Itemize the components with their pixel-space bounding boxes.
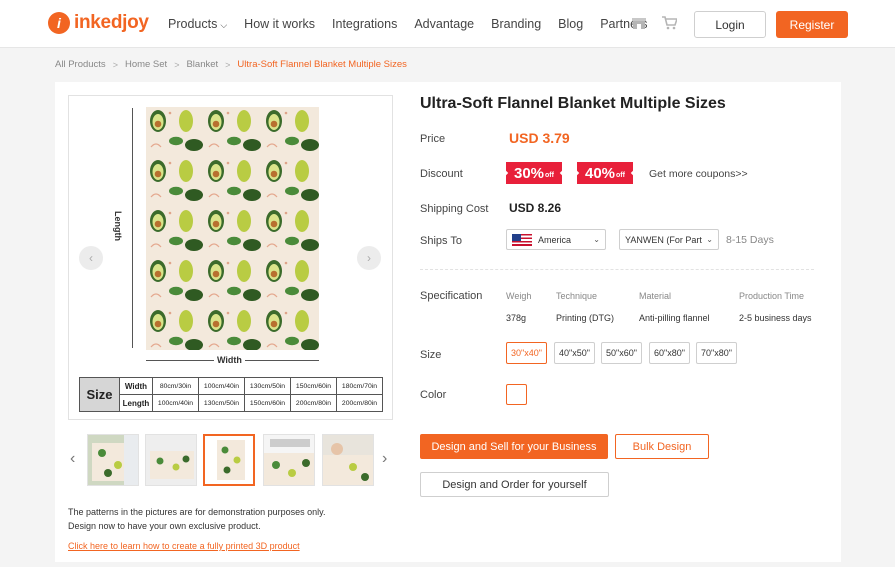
breadcrumb-current: Ultra-Soft Flannel Blanket Multiple Size…: [237, 59, 407, 70]
specification-label: Specification: [420, 290, 483, 302]
coupon-40[interactable]: 40% off: [577, 162, 633, 184]
spec-production-value: 2-5 business days: [739, 313, 812, 323]
size-option-50x60[interactable]: 50"x60": [601, 342, 642, 364]
size-chart-cell: 150cm/60in: [290, 377, 337, 395]
nav-integrations[interactable]: Integrations: [332, 17, 397, 31]
brand-name: inkedjoy: [74, 12, 149, 33]
size-chart-cell: 200cm/80in: [336, 394, 383, 412]
demo-note-line-1: The patterns in the pictures are for dem…: [68, 507, 326, 517]
spec-production-head: Production Time: [739, 291, 805, 301]
spec-technique-head: Technique: [556, 291, 598, 301]
us-flag-icon: [512, 233, 532, 246]
thumbnail-3[interactable]: [203, 434, 255, 486]
color-label: Color: [420, 389, 447, 401]
main-nav: Products ⌵ How it works Integrations Adva…: [168, 17, 664, 31]
breadcrumb-blanket[interactable]: Blanket: [186, 59, 218, 70]
breadcrumb: All Products > Home Set > Blanket > Ultr…: [55, 59, 407, 70]
bulk-design-button[interactable]: Bulk Design: [615, 434, 709, 459]
nav-how-it-works[interactable]: How it works: [244, 17, 315, 31]
spec-weigh-value: 378g: [506, 313, 527, 323]
size-chart-head: Size: [79, 377, 120, 412]
size-chart-cell: 100cm/40in: [198, 377, 245, 395]
country-value: America: [538, 234, 572, 245]
thumb-prev-icon[interactable]: ‹: [70, 450, 75, 468]
size-label: Size: [420, 349, 442, 361]
register-button[interactable]: Register: [776, 11, 848, 38]
nav-advantage[interactable]: Advantage: [414, 17, 474, 31]
price-label: Price: [420, 133, 446, 145]
spec-technique-value: Printing (DTG): [556, 313, 615, 323]
size-chart-cell: 150cm/60in: [244, 394, 291, 412]
brand-logo[interactable]: i inkedjoy: [48, 12, 149, 34]
spec-material-head: Material: [639, 291, 672, 301]
breadcrumb-all-products[interactable]: All Products: [55, 59, 106, 70]
size-chart-cell: 130cm/50in: [244, 377, 291, 395]
chevron-down-icon: ⌄: [593, 235, 600, 244]
country-select[interactable]: America ⌄: [506, 229, 606, 250]
size-chart-cell: 130cm/50in: [198, 394, 245, 412]
thumbnail-2[interactable]: [145, 434, 197, 486]
size-option-40x50[interactable]: 40"x50": [554, 342, 595, 364]
width-label: Width: [214, 355, 245, 365]
spec-weigh-head: Weigh: [506, 291, 532, 301]
size-chart: Size Width 80cm/30in 100cm/40in 130cm/50…: [79, 377, 383, 412]
image-prev-button[interactable]: ‹: [79, 246, 103, 270]
delivery-days: 8-15 Days: [726, 234, 774, 246]
size-option-30x40[interactable]: 30"x40": [506, 342, 547, 364]
ships-to-label: Ships To: [420, 235, 462, 247]
thumbnail-4[interactable]: [263, 434, 315, 486]
size-chart-width-label: Width: [119, 377, 153, 395]
design-sell-button[interactable]: Design and Sell for your Business: [420, 434, 608, 459]
login-button[interactable]: Login: [694, 11, 766, 38]
chevron-left-icon: ‹: [89, 251, 93, 265]
section-divider: [420, 269, 814, 270]
nav-branding[interactable]: Branding: [491, 17, 541, 31]
logo-icon: i: [48, 12, 70, 34]
discount-label: Discount: [420, 168, 463, 180]
product-title: Ultra-Soft Flannel Blanket Multiple Size…: [420, 95, 726, 112]
chevron-right-icon: >: [225, 59, 231, 70]
thumb-next-icon[interactable]: ›: [382, 450, 387, 468]
image-next-button[interactable]: ›: [357, 246, 381, 270]
nav-blog[interactable]: Blog: [558, 17, 583, 31]
size-option-60x80[interactable]: 60"x80": [649, 342, 690, 364]
blanket-image: [146, 107, 319, 350]
carrier-select[interactable]: YANWEN (For Part ⌄: [619, 229, 719, 250]
site-header: i inkedjoy Products ⌵ How it works Integr…: [0, 0, 895, 48]
length-label: Length: [113, 211, 123, 241]
chevron-right-icon: >: [174, 59, 180, 70]
shipping-cost-value: USD 8.26: [509, 201, 562, 215]
chevron-down-icon: ⌄: [706, 235, 713, 244]
shipping-cost-label: Shipping Cost: [420, 203, 489, 215]
size-chart-cell: 100cm/40in: [152, 394, 199, 412]
more-coupons-link[interactable]: Get more coupons>>: [649, 168, 748, 180]
size-chart-cell: 80cm/30in: [152, 377, 199, 395]
carrier-value: YANWEN (For Part: [625, 234, 702, 245]
size-option-70x80[interactable]: 70"x80": [696, 342, 737, 364]
chevron-right-icon: >: [112, 59, 118, 70]
size-chart-cell: 180cm/70in: [336, 377, 383, 395]
thumbnail-5[interactable]: [322, 434, 374, 486]
chevron-down-icon: ⌵: [220, 20, 228, 30]
store-icon[interactable]: [632, 16, 646, 33]
chevron-right-icon: ›: [367, 251, 371, 265]
demo-note-line-2: Design now to have your own exclusive pr…: [68, 521, 261, 531]
length-dimension-line: [132, 108, 133, 348]
thumbnail-1[interactable]: [87, 434, 139, 486]
learn-3d-link[interactable]: Click here to learn how to create a full…: [68, 541, 300, 551]
cart-icon[interactable]: [662, 16, 679, 33]
product-main-image: Length Width ‹ › Size Width 80cm/30in 10…: [68, 95, 393, 420]
size-chart-length-label: Length: [119, 394, 153, 412]
size-chart-cell: 200cm/80in: [290, 394, 337, 412]
nav-products[interactable]: Products ⌵: [168, 17, 227, 31]
demo-note: The patterns in the pictures are for dem…: [68, 505, 325, 533]
design-order-button[interactable]: Design and Order for yourself: [420, 472, 609, 497]
color-swatch-white[interactable]: [506, 384, 527, 405]
breadcrumb-home-set[interactable]: Home Set: [125, 59, 167, 70]
coupon-30[interactable]: 30% off: [506, 162, 562, 184]
price-value: USD 3.79: [509, 130, 570, 146]
spec-material-value: Anti-pilling flannel: [639, 313, 710, 323]
